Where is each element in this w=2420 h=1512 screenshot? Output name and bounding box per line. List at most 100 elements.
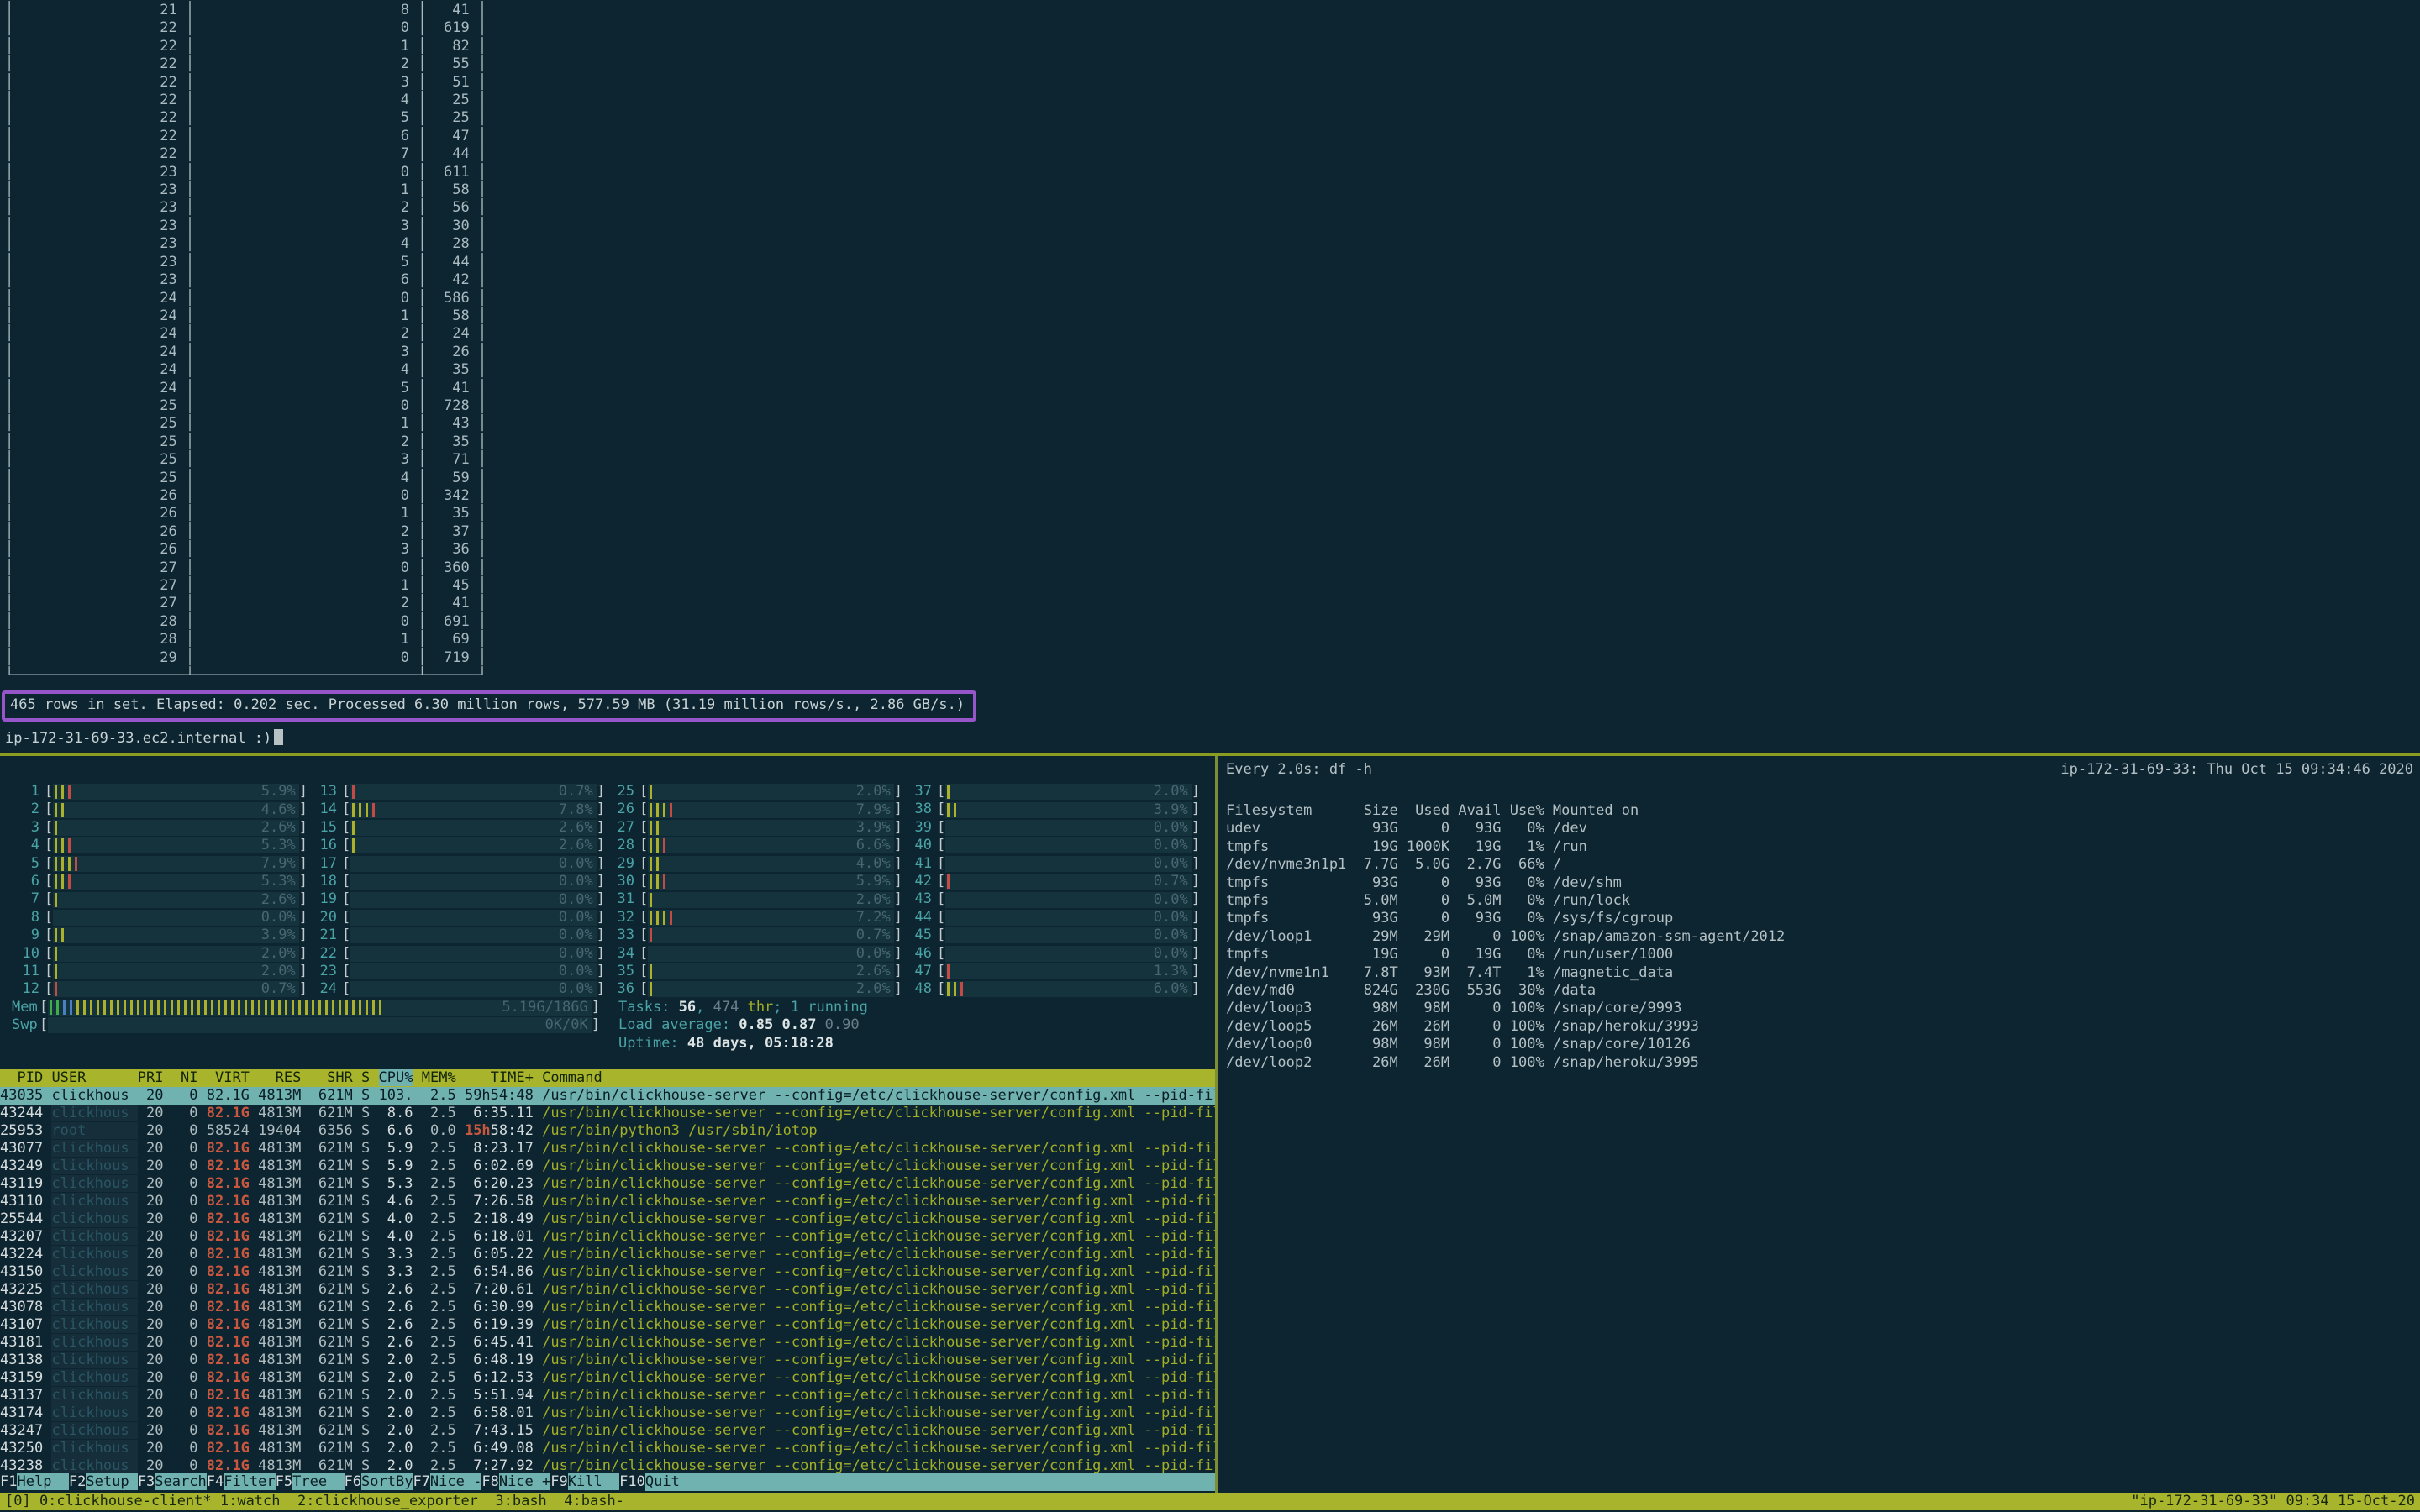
fkey-f8-nice[interactable]: F8Nice + xyxy=(481,1473,550,1491)
meter-label: 39 xyxy=(904,819,932,837)
process-row[interactable]: 43138 clickhous 20 0 82.1G 4813M 621M S … xyxy=(0,1352,1215,1369)
cpu-meter-37: 37[2.0%] xyxy=(904,783,1200,801)
watch-header: Every 2.0s: df -h ip-172-31-69-33: Thu O… xyxy=(1219,761,2420,779)
fkey-f10-quit[interactable]: F10Quit xyxy=(619,1473,1215,1491)
process-row[interactable]: 43247 clickhous 20 0 82.1G 4813M 621M S … xyxy=(0,1422,1215,1440)
cpu-meter-44: 44[0.0%] xyxy=(904,909,1200,927)
meter-bar: 0.0% xyxy=(350,856,597,872)
meter-bar: 2.6% xyxy=(53,820,299,836)
fkey-f1-help[interactable]: F1Help xyxy=(0,1473,69,1491)
meter-bar: 0.0% xyxy=(945,927,1192,943)
cpu-meter-47: 47[1.3%] xyxy=(904,963,1200,980)
meter-label: 6 xyxy=(12,873,39,890)
meter-bar: 0.0% xyxy=(945,910,1192,926)
process-row[interactable]: 43238 clickhous 20 0 82.1G 4813M 621M S … xyxy=(0,1457,1215,1473)
process-row[interactable]: 43137 clickhous 20 0 82.1G 4813M 621M S … xyxy=(0,1387,1215,1404)
meter-bar: 0.0% xyxy=(350,963,597,979)
process-row[interactable]: 43119 clickhous 20 0 82.1G 4813M 621M S … xyxy=(0,1175,1215,1193)
meter-bar: 3.9% xyxy=(53,927,299,943)
meter-label: 31 xyxy=(607,890,634,908)
tasks-line: Tasks: 56, 474 thr; 1 running xyxy=(618,999,868,1016)
tmux-pane-divider-vertical[interactable] xyxy=(1215,756,1218,1493)
meter-label: 43 xyxy=(904,890,932,908)
meter-label: 2 xyxy=(12,801,39,818)
cpu-meter-38: 38[3.9%] xyxy=(904,801,1200,818)
process-row[interactable]: 43174 clickhous 20 0 82.1G 4813M 621M S … xyxy=(0,1404,1215,1422)
meter-bar: 2.0% xyxy=(648,981,894,997)
cpu-meter-2: 2[4.6%] xyxy=(12,801,308,818)
pane-watch-df[interactable]: Every 2.0s: df -h ip-172-31-69-33: Thu O… xyxy=(1219,756,2420,1493)
process-row-selected[interactable]: 43035 clickhous 20 0 82.1G 4813M 621M S … xyxy=(0,1087,1215,1105)
meter-label: 7 xyxy=(12,890,39,908)
process-table-header[interactable]: PID USER PRI NI VIRT RES SHR S CPU% MEM%… xyxy=(0,1069,1215,1087)
meter-bar: 2.6% xyxy=(648,963,894,979)
meter-label: 44 xyxy=(904,909,932,927)
pane-clickhouse-client[interactable]: │ 21 │ 8 │ 41 │ │ 22 │ 0 │ 619 │ │ 22 │ … xyxy=(0,0,2420,753)
df-output: Filesystem Size Used Avail Use% Mounted … xyxy=(1226,802,1785,1072)
fkey-f3-search[interactable]: F3Search xyxy=(138,1473,207,1491)
cpu-meter-4: 4[5.3%] xyxy=(12,837,308,854)
meter-bar: 4.6% xyxy=(53,802,299,818)
process-row[interactable]: 43107 clickhous 20 0 82.1G 4813M 621M S … xyxy=(0,1316,1215,1334)
tmux-status-bar: [0] 0:clickhouse-client* 1:watch 2:click… xyxy=(0,1493,2420,1510)
fkey-f6-sortby[interactable]: F6SortBy xyxy=(345,1473,413,1491)
process-row[interactable]: 25953 root 20 0 58524 19404 6356 S 6.6 0… xyxy=(0,1122,1215,1140)
meter-label: 26 xyxy=(607,801,634,818)
pane-htop[interactable]: 1[5.9%]2[4.6%]3[2.6%]4[5.3%]5[7.9%]6[5.3… xyxy=(0,756,1215,1493)
process-row[interactable]: 43159 clickhous 20 0 82.1G 4813M 621M S … xyxy=(0,1369,1215,1387)
process-row[interactable]: 43224 clickhous 20 0 82.1G 4813M 621M S … xyxy=(0,1246,1215,1263)
meter-label: 22 xyxy=(309,945,337,963)
meter-bar: 0.0% xyxy=(350,910,597,926)
load-average-line: Load average: 0.85 0.87 0.90 xyxy=(618,1016,868,1034)
meter-bar: 0.0% xyxy=(350,946,597,962)
process-row[interactable]: 43249 clickhous 20 0 82.1G 4813M 621M S … xyxy=(0,1158,1215,1175)
fkey-f4-filter[interactable]: F4Filter xyxy=(207,1473,276,1491)
meter-label: 24 xyxy=(309,980,337,998)
process-row[interactable]: 43207 clickhous 20 0 82.1G 4813M 621M S … xyxy=(0,1228,1215,1246)
cpu-meter-45: 45[0.0%] xyxy=(904,927,1200,944)
meter-bar: 2.6% xyxy=(350,837,597,853)
meter-bar: 5.9% xyxy=(53,784,299,800)
cpu-meter-22: 22[0.0%] xyxy=(309,945,605,963)
meter-label: 17 xyxy=(309,855,337,873)
meter-bar: 2.0% xyxy=(648,892,894,908)
cpu-meter-3: 3[2.6%] xyxy=(12,819,308,837)
cpu-meter-1: 1[5.9%] xyxy=(12,783,308,801)
fkey-f7-nice[interactable]: F7Nice - xyxy=(413,1473,481,1491)
meter-label: 29 xyxy=(607,855,634,873)
process-row[interactable]: 43244 clickhous 20 0 82.1G 4813M 621M S … xyxy=(0,1105,1215,1122)
meter-label: 13 xyxy=(309,783,337,801)
meter-label: 32 xyxy=(607,909,634,927)
meter-label: 10 xyxy=(12,945,39,963)
fkey-f5-tree[interactable]: F5Tree xyxy=(276,1473,345,1491)
meter-bar: 0.0% xyxy=(945,837,1192,853)
meter-label: 5 xyxy=(12,855,39,873)
meter-label: 34 xyxy=(607,945,634,963)
fkey-f2-setup[interactable]: F2Setup xyxy=(69,1473,138,1491)
cpu-meter-24: 24[0.0%] xyxy=(309,980,605,998)
cpu-meter-8: 8[0.0%] xyxy=(12,909,308,927)
query-stats-highlight-box: 465 rows in set. Elapsed: 0.202 sec. Pro… xyxy=(2,690,976,722)
process-row[interactable]: 43250 clickhous 20 0 82.1G 4813M 621M S … xyxy=(0,1440,1215,1457)
meter-label: 35 xyxy=(607,963,634,980)
meter-label: 25 xyxy=(607,783,634,801)
uptime-line: Uptime: 48 days, 05:18:28 xyxy=(618,1035,868,1053)
cpu-meter-43: 43[0.0%] xyxy=(904,890,1200,908)
meter-bar: 7.2% xyxy=(648,910,894,926)
meter-label: 42 xyxy=(904,873,932,890)
meter-label: 4 xyxy=(12,837,39,854)
process-row[interactable]: 43110 clickhous 20 0 82.1G 4813M 621M S … xyxy=(0,1193,1215,1210)
meter-bar: 0.7% xyxy=(53,981,299,997)
process-row[interactable]: 43077 clickhous 20 0 82.1G 4813M 621M S … xyxy=(0,1140,1215,1158)
htop-summary: Tasks: 56, 474 thr; 1 running Load avera… xyxy=(618,999,868,1053)
process-row[interactable]: 43078 clickhous 20 0 82.1G 4813M 621M S … xyxy=(0,1299,1215,1316)
cpu-meter-9: 9[3.9%] xyxy=(12,927,308,944)
clickhouse-prompt[interactable]: ip-172-31-69-33.ec2.internal :) xyxy=(5,729,283,748)
process-row[interactable]: 25544 clickhous 20 0 82.1G 4813M 621M S … xyxy=(0,1210,1215,1228)
process-row[interactable]: 43225 clickhous 20 0 82.1G 4813M 621M S … xyxy=(0,1281,1215,1299)
tmux-window-list[interactable]: [0] 0:clickhouse-client* 1:watch 2:click… xyxy=(5,1493,624,1510)
process-row[interactable]: 43150 clickhous 20 0 82.1G 4813M 621M S … xyxy=(0,1263,1215,1281)
meter-label: 47 xyxy=(904,963,932,980)
fkey-f9-kill[interactable]: F9Kill xyxy=(550,1473,619,1491)
process-row[interactable]: 43181 clickhous 20 0 82.1G 4813M 621M S … xyxy=(0,1334,1215,1352)
